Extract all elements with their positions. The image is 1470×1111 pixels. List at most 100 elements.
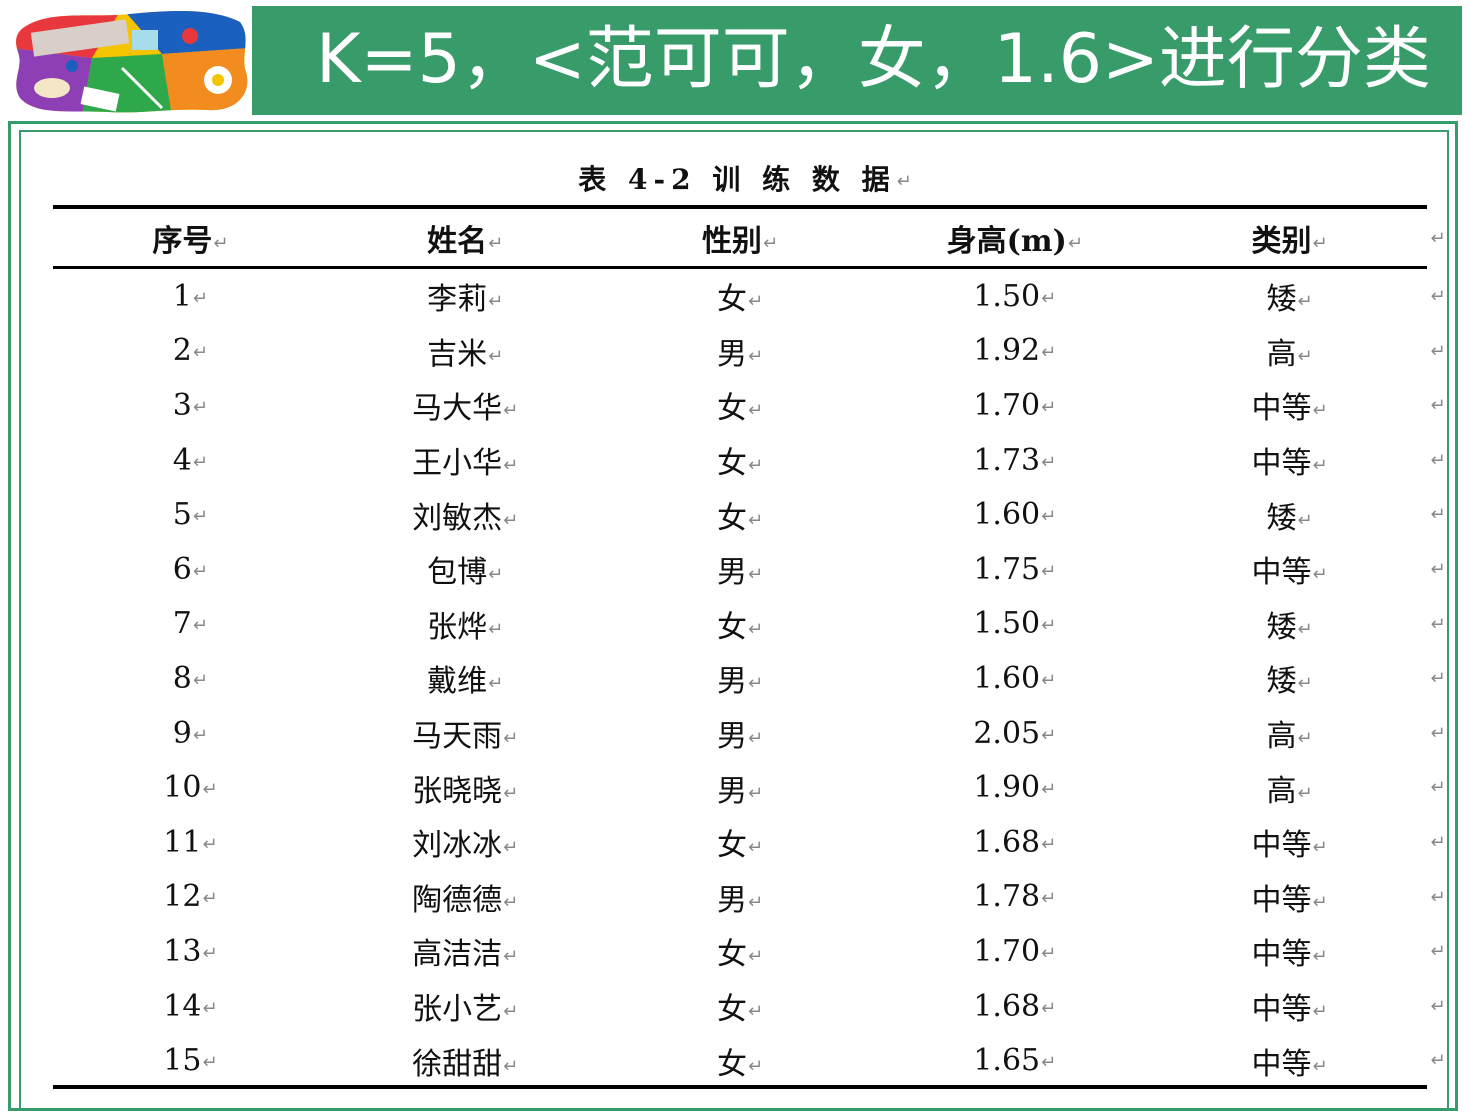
cell-index: 13↵ [163, 933, 218, 969]
header-cell-name: 姓名↵ [427, 223, 504, 259]
cell-index: 5↵ [172, 497, 208, 533]
cell-index: 12↵ [163, 879, 218, 915]
paragraph-mark-icon: ↵ [1430, 886, 1446, 908]
paragraph-mark-icon: ↵ [192, 615, 208, 637]
paragraph-mark-icon: ↵ [1041, 451, 1057, 473]
paragraph-mark-icon: ↵ [747, 345, 764, 367]
paragraph-mark-icon: ↵ [488, 673, 504, 695]
cell-gender: 女↵ [716, 828, 764, 864]
paragraph-mark-icon: ↵ [1312, 1001, 1328, 1023]
cell-gender: 男↵ [716, 882, 764, 918]
paragraph-mark-icon: ↵ [1430, 722, 1446, 744]
cell-gender: 女↵ [716, 992, 764, 1028]
table-row: 13↵ 高洁洁↵ 女↵ 1.70↵ 中等↵ [53, 924, 1427, 979]
paragraph-mark-icon: ↵ [747, 564, 764, 586]
paragraph-mark-icon: ↵ [747, 1001, 764, 1023]
table-row: 5↵ 刘敏杰↵ 女↵ 1.60↵ 矮↵ [53, 487, 1427, 542]
paragraph-mark-icon: ↵ [1041, 342, 1057, 364]
cell-class: 中等↵ [1251, 937, 1328, 973]
cell-height: 1.90↵ [973, 770, 1057, 806]
table-row: 7↵ 张烨↵ 女↵ 1.50↵ 矮↵ [53, 597, 1427, 652]
cell-height: 1.60↵ [973, 497, 1057, 533]
paragraph-mark-icon: ↵ [1312, 1055, 1328, 1077]
cell-gender: 女↵ [716, 937, 764, 973]
table-header: 序号↵ 姓名↵ 性别↵ 身高(m)↵ 类别↵ [53, 209, 1427, 266]
paragraph-mark-icon: ↵ [503, 1001, 519, 1023]
paragraph-mark-icon: ↵ [503, 837, 519, 859]
paragraph-mark-icon: ↵ [202, 833, 218, 855]
paragraph-mark-icon: ↵ [1430, 1050, 1446, 1072]
header-cell-height: 身高(m)↵ [946, 223, 1083, 259]
cell-class: 中等↵ [1251, 882, 1328, 918]
paragraph-mark-icon: ↵ [1430, 504, 1446, 526]
cell-height: 1.75↵ [973, 551, 1057, 587]
cell-index: 1↵ [172, 278, 208, 314]
paragraph-mark-icon: ↵ [192, 669, 208, 691]
paragraph-mark-icon: ↵ [192, 724, 208, 746]
cell-class: 中等↵ [1251, 446, 1328, 482]
paragraph-mark-icon: ↵ [1430, 613, 1446, 635]
paragraph-mark-icon: ↵ [1297, 509, 1313, 531]
cell-class: 矮↵ [1266, 282, 1313, 318]
cell-gender: 女↵ [716, 609, 764, 645]
table-row: 14↵ 张小艺↵ 女↵ 1.68↵ 中等↵ [53, 979, 1427, 1034]
header-cell-class: 类别↵ [1251, 223, 1328, 259]
paragraph-mark-icon: ↵ [747, 891, 764, 913]
paragraph-mark-icon: ↵ [1041, 833, 1057, 855]
paragraph-mark-icon: ↵ [747, 946, 764, 968]
paragraph-mark-icon: ↵ [1430, 777, 1446, 799]
paragraph-mark-icon: ↵ [1041, 615, 1057, 637]
header-row: 序号↵ 姓名↵ 性别↵ 身高(m)↵ 类别↵ [53, 209, 1427, 266]
cell-gender: 男↵ [716, 555, 764, 591]
paragraph-mark-icon: ↵ [896, 171, 918, 192]
cell-gender: 男↵ [716, 336, 764, 372]
paragraph-mark-icon: ↵ [1041, 724, 1057, 746]
table-row: 2↵ 吉米↵ 男↵ 1.92↵ 高↵ [53, 324, 1427, 379]
paragraph-mark-icon: ↵ [747, 400, 764, 422]
cell-name: 戴维↵ [427, 664, 504, 700]
table-row: 1↵ 李莉↵ 女↵ 1.50↵ 矮↵ [53, 269, 1427, 324]
paragraph-mark-icon: ↵ [488, 564, 504, 586]
cell-name: 马天雨↵ [412, 719, 519, 755]
paragraph-mark-icon: ↵ [192, 560, 208, 582]
cell-height: 1.78↵ [973, 879, 1057, 915]
header-cell-index: 序号↵ [152, 223, 229, 259]
cell-height: 1.50↵ [973, 278, 1057, 314]
paragraph-mark-icon: ↵ [1312, 891, 1328, 913]
paragraph-mark-icon: ↵ [747, 837, 764, 859]
cell-class: 矮↵ [1266, 664, 1313, 700]
cell-class: 中等↵ [1251, 828, 1328, 864]
paragraph-mark-icon: ↵ [1297, 291, 1313, 313]
paragraph-mark-icon: ↵ [1312, 400, 1328, 422]
paragraph-mark-icon: ↵ [488, 618, 504, 640]
cell-name: 高洁洁↵ [412, 937, 519, 973]
cell-name: 吉米↵ [427, 336, 504, 372]
cell-index: 10↵ [163, 770, 218, 806]
cell-name: 李莉↵ [427, 282, 504, 318]
paragraph-mark-icon: ↵ [192, 506, 208, 528]
paragraph-mark-icon: ↵ [503, 1055, 519, 1077]
food-collage-icon [16, 11, 248, 113]
cell-name: 陶德德↵ [412, 882, 519, 918]
cell-height: 1.68↵ [973, 988, 1057, 1024]
table-body: 1↵ 李莉↵ 女↵ 1.50↵ 矮↵ 2↵ 吉米↵ 男↵ 1.92↵ 高↵ 3↵ 马大华↵ 女↵ 1.70… [53, 269, 1427, 1088]
cell-height: 1.60↵ [973, 660, 1057, 696]
cell-index: 6↵ [172, 551, 208, 587]
cell-gender: 女↵ [716, 446, 764, 482]
cell-index: 4↵ [172, 442, 208, 478]
cell-index: 11↵ [163, 824, 218, 860]
cell-class: 高↵ [1266, 336, 1313, 372]
paragraph-mark-icon: ↵ [192, 451, 208, 473]
cell-index: 2↵ [172, 333, 208, 369]
paragraph-mark-icon: ↵ [1430, 228, 1446, 249]
training-data-table: 1↵ 李莉↵ 女↵ 1.50↵ 矮↵ 2↵ 吉米↵ 男↵ 1.92↵ 高↵ 3↵ 马大华↵ 女↵ 1.70… [53, 269, 1427, 1088]
table-row: 8↵ 戴维↵ 男↵ 1.60↵ 矮↵ [53, 651, 1427, 706]
cell-name: 马大华↵ [412, 391, 519, 427]
paragraph-mark-icon: ↵ [747, 291, 764, 313]
paragraph-mark-icon: ↵ [1297, 673, 1313, 695]
paragraph-mark-icon: ↵ [1430, 995, 1446, 1017]
paragraph-mark-icon: ↵ [488, 232, 504, 254]
paragraph-mark-icon: ↵ [1041, 888, 1057, 910]
paragraph-mark-icon: ↵ [1430, 832, 1446, 853]
cell-height: 1.68↵ [973, 824, 1057, 860]
